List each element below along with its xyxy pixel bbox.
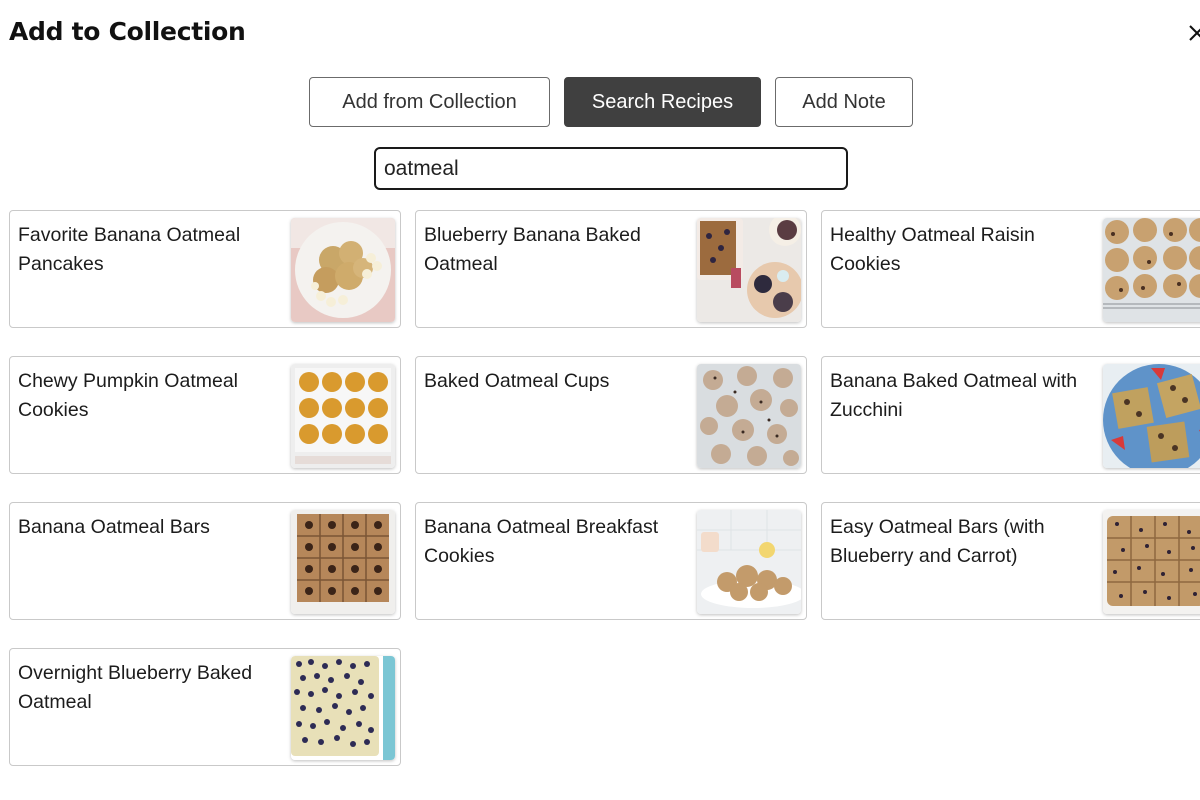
oatmeal-bars-image <box>291 510 395 614</box>
blueberry-carrot-bars-image <box>1103 510 1200 614</box>
recipe-card[interactable]: Healthy Oatmeal Raisin Cookies <box>821 210 1200 328</box>
recipe-title: Banana Oatmeal Breakfast Cookies <box>424 516 659 567</box>
recipe-card[interactable]: Banana Baked Oatmeal with Zucchini <box>821 356 1200 474</box>
breakfast-cookies-image <box>697 510 801 614</box>
search-recipes-tab[interactable]: Search Recipes <box>564 77 761 127</box>
raisin-cookies-image <box>1103 218 1200 322</box>
pumpkin-cookies-image <box>291 364 395 468</box>
baked-oatmeal-image <box>697 218 801 322</box>
recipe-thumbnail <box>697 218 801 322</box>
recipe-thumbnail <box>1103 364 1200 468</box>
blueberry-oatmeal-image <box>291 656 395 760</box>
recipe-card[interactable]: Easy Oatmeal Bars (with Blueberry and Ca… <box>821 502 1200 620</box>
recipe-thumbnail <box>697 364 801 468</box>
recipe-card[interactable]: Banana Oatmeal Breakfast Cookies <box>415 502 807 620</box>
close-button[interactable] <box>1186 22 1200 44</box>
search-results-grid: Favorite Banana Oatmeal Pancakes Blueber… <box>9 210 1200 766</box>
recipe-thumbnail <box>291 364 395 468</box>
close-icon <box>1189 25 1200 41</box>
recipe-card[interactable]: Banana Oatmeal Bars <box>9 502 401 620</box>
recipe-card[interactable]: Baked Oatmeal Cups <box>415 356 807 474</box>
recipe-thumbnail <box>291 656 395 760</box>
recipe-card[interactable]: Overnight Blueberry Baked Oatmeal <box>9 648 401 766</box>
oatmeal-cups-image <box>697 364 801 468</box>
recipe-search-input[interactable] <box>374 147 848 190</box>
recipe-thumbnail <box>291 510 395 614</box>
recipe-card[interactable]: Chewy Pumpkin Oatmeal Cookies <box>9 356 401 474</box>
zucchini-oatmeal-image <box>1103 364 1200 468</box>
add-from-collection-tab[interactable]: Add from Collection <box>309 77 550 127</box>
recipe-title: Chewy Pumpkin Oatmeal Cookies <box>18 370 239 421</box>
recipe-title: Healthy Oatmeal Raisin Cookies <box>830 224 1035 275</box>
recipe-title: Banana Baked Oatmeal with Zucchini <box>830 370 1078 421</box>
recipe-thumbnail <box>1103 510 1200 614</box>
recipe-card[interactable]: Blueberry Banana Baked Oatmeal <box>415 210 807 328</box>
recipe-thumbnail <box>291 218 395 322</box>
recipe-card[interactable]: Favorite Banana Oatmeal Pancakes <box>9 210 401 328</box>
recipe-title: Baked Oatmeal Cups <box>424 370 610 392</box>
recipe-thumbnail <box>697 510 801 614</box>
modal-title: Add to Collection <box>9 17 246 46</box>
add-note-tab[interactable]: Add Note <box>775 77 913 127</box>
recipe-title: Favorite Banana Oatmeal Pancakes <box>18 224 241 275</box>
mode-tabs: Add from Collection Search Recipes Add N… <box>309 77 913 127</box>
recipe-title: Blueberry Banana Baked Oatmeal <box>424 224 641 275</box>
recipe-title: Overnight Blueberry Baked Oatmeal <box>18 662 253 713</box>
recipe-thumbnail <box>1103 218 1200 322</box>
pancakes-image <box>291 218 395 322</box>
recipe-title: Banana Oatmeal Bars <box>18 516 210 538</box>
recipe-title: Easy Oatmeal Bars (with Blueberry and Ca… <box>830 516 1045 567</box>
